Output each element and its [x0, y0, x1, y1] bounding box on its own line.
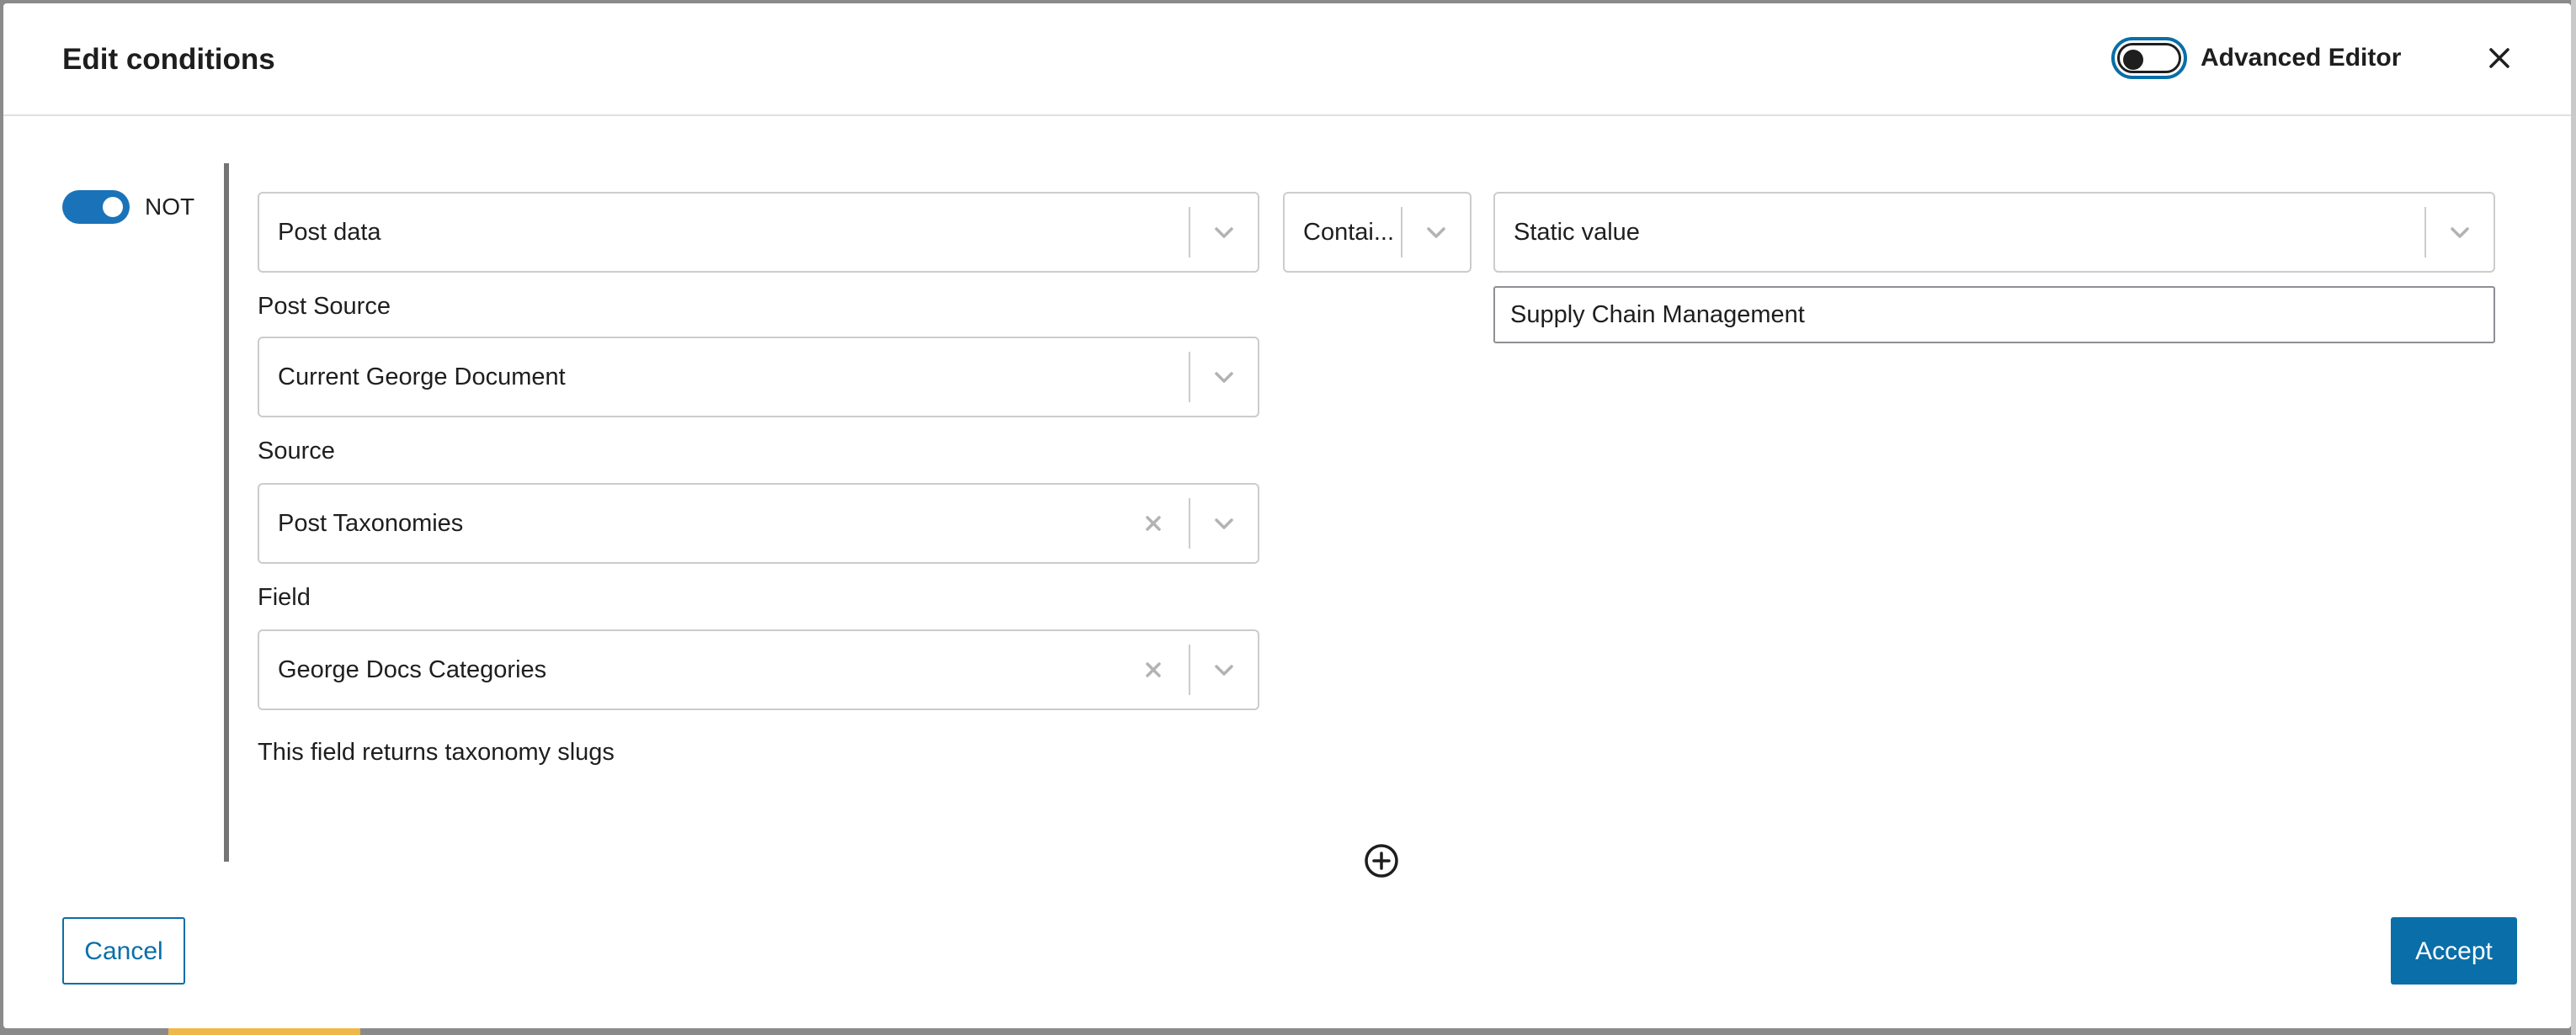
select-separator — [1401, 207, 1402, 257]
not-toggle[interactable] — [62, 190, 130, 224]
operator-select-value: Contai... — [1303, 219, 1394, 246]
value-type-select[interactable]: Static value — [1493, 192, 2495, 273]
select-separator — [1189, 498, 1190, 549]
operator-select[interactable]: Contai... — [1283, 192, 1472, 273]
clear-icon[interactable] — [1140, 656, 1167, 683]
toggle-knob — [2123, 50, 2143, 70]
advanced-editor-label: Advanced Editor — [2201, 44, 2402, 72]
static-value-input[interactable] — [1493, 286, 2495, 343]
chevron-down-icon[interactable] — [1211, 219, 1237, 246]
chevron-down-icon[interactable] — [1423, 219, 1450, 246]
select-separator — [2424, 207, 2426, 257]
clear-icon[interactable] — [1140, 510, 1167, 537]
edit-conditions-modal: Edit conditions Advanced Editor NOT Post… — [3, 3, 2571, 1028]
post-source-label: Post Source — [258, 293, 391, 320]
field-select-value: George Docs Categories — [278, 656, 547, 683]
select-separator — [1189, 645, 1190, 695]
chevron-down-icon[interactable] — [1211, 364, 1237, 390]
subject-select-value: Post data — [278, 219, 381, 246]
toggle-knob — [103, 197, 123, 217]
backdrop-edge — [2571, 0, 2576, 1035]
chevron-down-icon[interactable] — [1211, 656, 1237, 683]
add-condition-icon[interactable] — [1362, 841, 1401, 880]
post-source-select-value: Current George Document — [278, 364, 566, 390]
value-type-select-value: Static value — [1514, 219, 1640, 246]
close-button[interactable] — [2478, 37, 2520, 79]
modal-header: Edit conditions Advanced Editor — [3, 3, 2571, 116]
toggle-track — [2117, 43, 2181, 73]
field-label: Field — [258, 584, 311, 611]
source-select-value: Post Taxonomies — [278, 510, 464, 537]
source-label: Source — [258, 438, 335, 464]
source-select[interactable]: Post Taxonomies — [258, 483, 1259, 564]
select-separator — [1189, 352, 1190, 402]
backdrop-highlight — [168, 1028, 360, 1035]
chevron-down-icon[interactable] — [1211, 510, 1237, 537]
accept-button[interactable]: Accept — [2391, 917, 2517, 985]
cancel-button[interactable]: Cancel — [62, 917, 185, 985]
modal-title: Edit conditions — [62, 43, 275, 76]
modal-body: NOT Post data Contai... Static value Sup… — [3, 116, 2571, 878]
advanced-editor-toggle[interactable] — [2111, 37, 2187, 79]
condition-group-bar — [224, 163, 229, 862]
post-source-select[interactable]: Current George Document — [258, 337, 1259, 417]
field-help-text: This field returns taxonomy slugs — [258, 739, 615, 766]
chevron-down-icon[interactable] — [2446, 219, 2473, 246]
close-icon — [2489, 48, 2509, 68]
field-select[interactable]: George Docs Categories — [258, 629, 1259, 710]
subject-select[interactable]: Post data — [258, 192, 1259, 273]
not-label: NOT — [145, 194, 195, 220]
select-separator — [1189, 207, 1190, 257]
